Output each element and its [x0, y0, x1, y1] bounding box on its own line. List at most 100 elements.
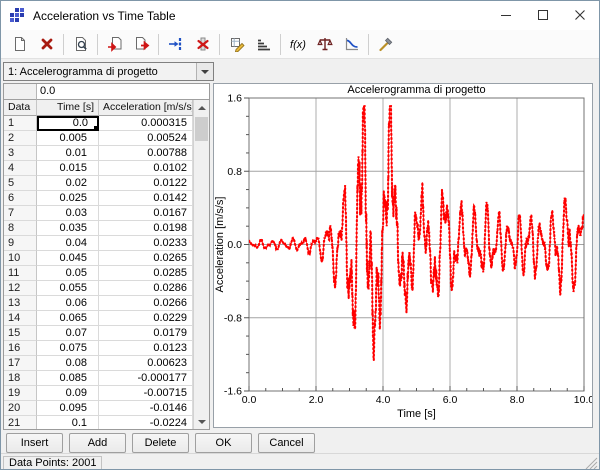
cell-acceleration[interactable]: -0.000177	[99, 371, 193, 386]
new-document-icon	[12, 36, 28, 52]
table-scrollbar[interactable]	[193, 100, 209, 429]
cell-time[interactable]: 0.05	[37, 266, 99, 281]
cell-acceleration[interactable]: 0.0122	[99, 176, 193, 191]
sort-data-button[interactable]	[250, 32, 277, 57]
row-header[interactable]: 12	[4, 281, 37, 296]
cell-acceleration[interactable]: 0.0265	[99, 251, 193, 266]
cell-time[interactable]: 0.06	[37, 296, 99, 311]
row-header[interactable]: 21	[4, 416, 37, 429]
dataset-selector-dropdown-button[interactable]	[196, 63, 213, 80]
row-header[interactable]: 19	[4, 386, 37, 401]
cell-time[interactable]: 0.1	[37, 416, 99, 429]
cell-time[interactable]: 0.02	[37, 176, 99, 191]
close-button[interactable]	[562, 1, 599, 30]
edit-cells-button[interactable]	[223, 32, 250, 57]
insert-row-button[interactable]	[162, 32, 189, 57]
scale-data-button[interactable]	[311, 32, 338, 57]
row-header[interactable]: 15	[4, 326, 37, 341]
cell-acceleration[interactable]: 0.0123	[99, 341, 193, 356]
cell-acceleration[interactable]: -0.00715	[99, 386, 193, 401]
cell-acceleration[interactable]: 0.0233	[99, 236, 193, 251]
cell-time[interactable]: 0.035	[37, 221, 99, 236]
row-header[interactable]: 8	[4, 221, 37, 236]
cell-acceleration[interactable]: 0.0285	[99, 266, 193, 281]
cell-acceleration[interactable]: 0.0179	[99, 326, 193, 341]
scrollbar-thumb[interactable]	[195, 117, 208, 141]
svg-text:1.6: 1.6	[227, 93, 242, 105]
add-button[interactable]: Add	[69, 433, 126, 453]
cell-acceleration[interactable]: 0.00623	[99, 356, 193, 371]
clear-table-button[interactable]	[33, 32, 60, 57]
cell-time[interactable]: 0.085	[37, 371, 99, 386]
cell-time[interactable]: 0.04	[37, 236, 99, 251]
cell-acceleration[interactable]: 0.000315	[99, 116, 193, 131]
resize-grip[interactable]	[585, 457, 598, 470]
cell-time[interactable]: 0.045	[37, 251, 99, 266]
function-fx-button[interactable]: f(x)	[284, 32, 311, 57]
cell-time[interactable]: 0.01	[37, 146, 99, 161]
insert-button[interactable]: Insert	[6, 433, 63, 453]
cell-time[interactable]: 0.095	[37, 401, 99, 416]
export-data-button[interactable]	[128, 32, 155, 57]
row-header[interactable]: 10	[4, 251, 37, 266]
column-header-data[interactable]: Data	[4, 100, 37, 116]
cell-acceleration[interactable]: 0.0198	[99, 221, 193, 236]
cell-acceleration[interactable]: 0.00524	[99, 131, 193, 146]
dataset-selector[interactable]: 1: Accelerogramma di progetto	[3, 62, 214, 81]
delete-row-button[interactable]	[189, 32, 216, 57]
cell-acceleration[interactable]: 0.0102	[99, 161, 193, 176]
cell-time[interactable]: 0.07	[37, 326, 99, 341]
tools-button[interactable]	[372, 32, 399, 57]
row-header[interactable]: 11	[4, 266, 37, 281]
print-preview-button[interactable]	[67, 32, 94, 57]
fill-handle[interactable]	[94, 126, 98, 130]
row-header[interactable]: 4	[4, 161, 37, 176]
row-header[interactable]: 7	[4, 206, 37, 221]
delete-button[interactable]: Delete	[132, 433, 189, 453]
plot-curve-button[interactable]	[338, 32, 365, 57]
row-header[interactable]: 6	[4, 191, 37, 206]
cell-time[interactable]: 0.08	[37, 356, 99, 371]
ok-button[interactable]: OK	[195, 433, 252, 453]
scroll-up-button[interactable]	[194, 100, 209, 115]
cell-acceleration[interactable]: -0.0146	[99, 401, 193, 416]
cell-time[interactable]: 0.065	[37, 311, 99, 326]
cell-acceleration[interactable]: 0.0229	[99, 311, 193, 326]
row-header[interactable]: 3	[4, 146, 37, 161]
cancel-button[interactable]: Cancel	[258, 433, 315, 453]
maximize-button[interactable]	[525, 1, 562, 30]
row-header[interactable]: 1	[4, 116, 37, 131]
column-header-time[interactable]: Time [s]	[37, 100, 99, 116]
row-header[interactable]: 16	[4, 341, 37, 356]
cell-time[interactable]: 0.025	[37, 191, 99, 206]
import-data-button[interactable]	[101, 32, 128, 57]
cell-time[interactable]: 0.055	[37, 281, 99, 296]
cell-acceleration[interactable]: 0.0266	[99, 296, 193, 311]
row-header[interactable]: 5	[4, 176, 37, 191]
cell-time[interactable]: 0.015	[37, 161, 99, 176]
row-header[interactable]: 13	[4, 296, 37, 311]
column-header-acceleration[interactable]: Acceleration [m/s/s]	[99, 100, 193, 116]
cell-acceleration[interactable]: 0.00788	[99, 146, 193, 161]
cell-time[interactable]: 0.09	[37, 386, 99, 401]
cell-time[interactable]: 0.0	[37, 116, 99, 131]
cell-acceleration[interactable]: 0.0286	[99, 281, 193, 296]
cell-time[interactable]: 0.005	[37, 131, 99, 146]
cell-acceleration[interactable]: 0.0167	[99, 206, 193, 221]
cell-time[interactable]: 0.03	[37, 206, 99, 221]
row-header[interactable]: 2	[4, 131, 37, 146]
minimize-button[interactable]	[488, 1, 525, 30]
row-header[interactable]: 17	[4, 356, 37, 371]
row-header[interactable]: 14	[4, 311, 37, 326]
row-header[interactable]: 18	[4, 371, 37, 386]
cell-acceleration[interactable]: 0.0142	[99, 191, 193, 206]
cell-time[interactable]: 0.075	[37, 341, 99, 356]
export-icon	[134, 36, 150, 52]
scroll-down-button[interactable]	[194, 414, 209, 429]
new-document-button[interactable]	[6, 32, 33, 57]
cell-value-input[interactable]: 0.0	[37, 84, 209, 100]
row-header[interactable]: 20	[4, 401, 37, 416]
status-bar: Data Points: 2001	[1, 453, 599, 470]
cell-acceleration[interactable]: -0.0224	[99, 416, 193, 429]
row-header[interactable]: 9	[4, 236, 37, 251]
